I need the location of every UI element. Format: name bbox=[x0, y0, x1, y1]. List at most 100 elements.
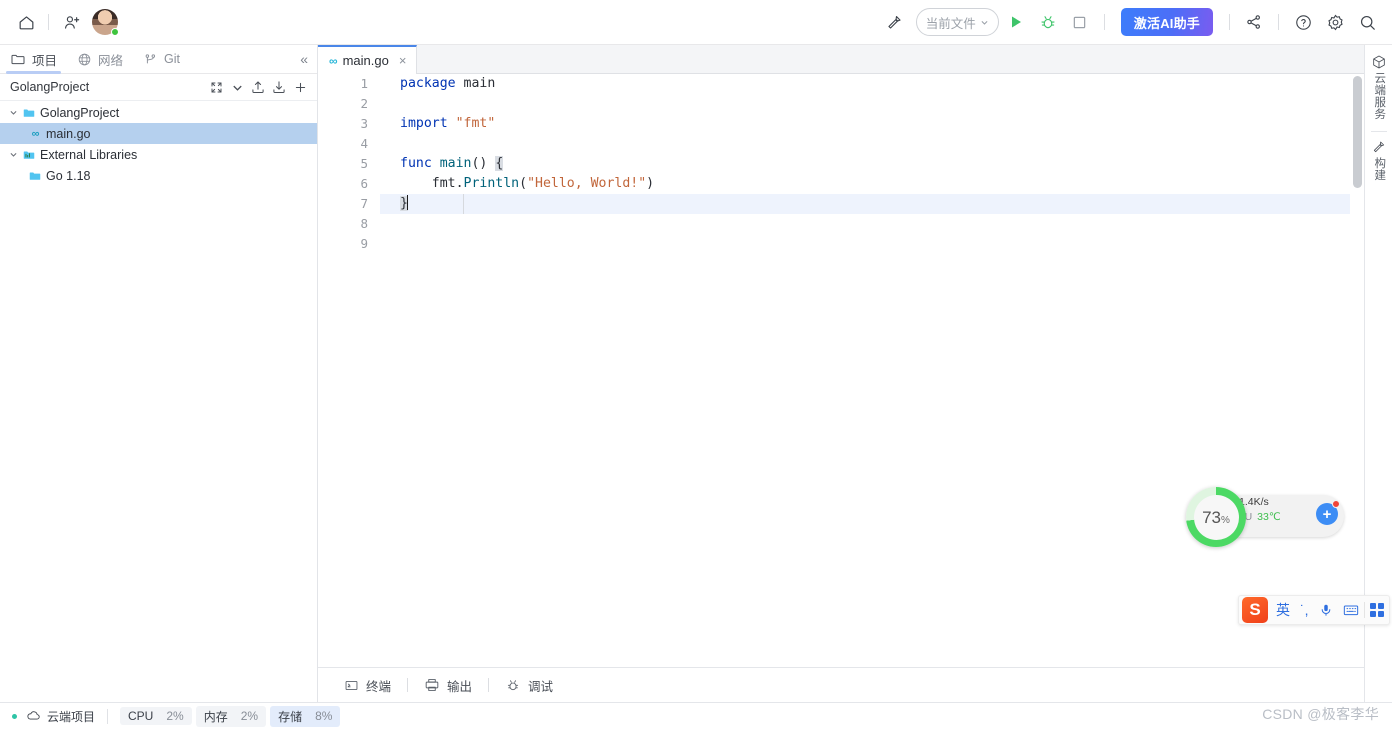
editor-tab-main-go[interactable]: ∞ main.go × bbox=[318, 45, 418, 74]
top-toolbar: 当前文件 激活AI助手 bbox=[0, 0, 1392, 45]
avatar[interactable] bbox=[92, 9, 119, 36]
token-string: "Hello, World!" bbox=[527, 176, 647, 191]
cloud-project-label: 云端项目 bbox=[47, 709, 96, 724]
bottom-item-debug[interactable]: 调试 bbox=[493, 672, 565, 699]
ime-mode-toggle[interactable]: 英 bbox=[1271, 600, 1295, 620]
tree-node-label: main.go bbox=[46, 126, 91, 141]
status-metric-storage-key: 存储 bbox=[278, 709, 303, 724]
sidebar-item-project[interactable]: 项目 bbox=[0, 45, 67, 74]
home-icon[interactable] bbox=[11, 7, 41, 37]
plus-icon[interactable] bbox=[290, 77, 310, 97]
bottom-divider bbox=[407, 678, 409, 692]
close-icon[interactable]: × bbox=[399, 53, 407, 68]
cloud-project-status[interactable]: 云端项目 bbox=[26, 708, 95, 725]
upload-icon[interactable] bbox=[248, 77, 268, 97]
code-line-6: fmt.Println("Hello, World!") bbox=[431, 176, 655, 191]
build-hammer-icon[interactable] bbox=[880, 7, 910, 37]
editor-scrollbar-thumb[interactable] bbox=[1353, 76, 1362, 188]
editor-code-area[interactable]: package main import "fmt" func main() { … bbox=[380, 74, 1364, 667]
debug-icon[interactable] bbox=[1033, 7, 1063, 37]
debug-icon bbox=[507, 680, 519, 691]
token-keyword: func bbox=[400, 156, 432, 171]
share-icon[interactable] bbox=[1239, 7, 1269, 37]
sidebar-item-git[interactable]: Git bbox=[133, 45, 190, 74]
microphone-icon[interactable] bbox=[1314, 603, 1338, 617]
folder-icon bbox=[11, 54, 25, 65]
notification-dot bbox=[1332, 500, 1340, 508]
hammer-icon bbox=[1373, 141, 1384, 153]
keyboard-icon[interactable] bbox=[1338, 603, 1364, 617]
cpu-temperature-value: 33℃ bbox=[1257, 511, 1281, 523]
chevron-down-icon bbox=[981, 20, 988, 25]
go-file-icon: ∞ bbox=[31, 127, 40, 140]
status-metric-memory[interactable]: 内存 2% bbox=[195, 705, 267, 727]
bottom-item-terminal-label: 终端 bbox=[366, 679, 392, 694]
line-number: 2 bbox=[360, 96, 368, 111]
status-metric-memory-value: 2% bbox=[240, 709, 259, 723]
tree-node-main-go[interactable]: ∞ main.go bbox=[0, 123, 317, 144]
stop-icon[interactable] bbox=[1065, 7, 1095, 37]
globe-icon bbox=[78, 53, 91, 65]
status-metric-cpu[interactable]: CPU 2% bbox=[120, 707, 192, 725]
token-identifier: main bbox=[463, 76, 496, 91]
editor-scrollbar[interactable] bbox=[1350, 74, 1364, 667]
expand-collapse-icon[interactable] bbox=[206, 77, 226, 97]
folder-icon bbox=[20, 106, 37, 120]
code-line-7: } bbox=[380, 194, 1364, 214]
chevron-down-icon[interactable] bbox=[6, 150, 20, 159]
collapse-sidebar-button[interactable]: « bbox=[300, 51, 317, 67]
bottom-item-output[interactable]: 输出 bbox=[412, 672, 484, 699]
token-string: "fmt" bbox=[455, 116, 496, 131]
code-editor[interactable]: 1 2 3 4 5 6 7 8 9 package main import "f… bbox=[318, 74, 1364, 667]
tree-node-golangproject[interactable]: GolangProject bbox=[0, 102, 317, 123]
tree-node-go-1-18[interactable]: Go 1.18 bbox=[0, 165, 317, 186]
toolbar-right-group: 当前文件 激活AI助手 bbox=[880, 7, 1392, 37]
folder-icon bbox=[26, 169, 43, 183]
run-configuration-selector[interactable]: 当前文件 bbox=[915, 8, 999, 36]
status-metric-storage[interactable]: 存储 8% bbox=[270, 705, 341, 727]
chevron-down-icon[interactable] bbox=[227, 77, 247, 97]
sogou-logo-icon[interactable]: S bbox=[1242, 597, 1268, 623]
run-icon[interactable] bbox=[1001, 7, 1031, 37]
toolbar-divider-2 bbox=[1103, 14, 1105, 30]
sidebar-item-build[interactable]: 构建 bbox=[1365, 134, 1392, 190]
line-number: 8 bbox=[360, 216, 368, 231]
apps-grid-icon[interactable] bbox=[1365, 603, 1389, 617]
git-branch-icon bbox=[145, 53, 156, 63]
search-icon[interactable] bbox=[1352, 7, 1382, 37]
sidebar-item-cloud-services[interactable]: 云端服务 bbox=[1365, 49, 1392, 129]
online-status-dot bbox=[111, 28, 119, 36]
download-icon[interactable] bbox=[269, 77, 289, 97]
ime-punctuation-toggle[interactable]: ˙, bbox=[1295, 602, 1314, 618]
status-metric-cpu-value: 2% bbox=[166, 709, 184, 723]
toolbar-divider-3 bbox=[1229, 14, 1230, 30]
help-icon[interactable] bbox=[1288, 7, 1318, 37]
bottom-item-output-label: 输出 bbox=[447, 679, 473, 694]
sidebar-item-network-label: 网络 bbox=[98, 53, 124, 68]
token-function: main bbox=[439, 156, 472, 171]
line-number: 6 bbox=[360, 176, 368, 191]
tree-node-external-libraries[interactable]: External Libraries bbox=[0, 144, 317, 165]
token-function: Println bbox=[463, 176, 520, 191]
tree-node-label: External Libraries bbox=[40, 147, 138, 162]
watermark: CSDN @极客李华 bbox=[1262, 706, 1379, 722]
percent-symbol: % bbox=[1221, 514, 1230, 526]
code-line-5: func main() { bbox=[380, 154, 1364, 174]
activate-ai-assistant-button[interactable]: 激活AI助手 bbox=[1120, 8, 1213, 36]
tree-node-label: GolangProject bbox=[40, 105, 120, 120]
chevron-down-icon[interactable] bbox=[6, 108, 20, 117]
settings-icon[interactable] bbox=[1320, 7, 1350, 37]
cpu-usage-ring[interactable]: 73% bbox=[1186, 487, 1246, 547]
cpu-usage-ring-inner: 73% bbox=[1193, 494, 1239, 540]
sidebar-item-git-label: Git bbox=[164, 52, 181, 66]
bottom-item-terminal[interactable]: 终端 bbox=[332, 672, 403, 699]
status-bar: 云端项目 CPU 2% 内存 2% 存储 8% CSDN @极客李华 bbox=[0, 702, 1392, 729]
add-user-icon[interactable] bbox=[56, 7, 86, 37]
performance-widget[interactable]: ↓ 1.4K/s CPU 33℃ + 73% bbox=[1186, 487, 1344, 547]
bottom-divider-2 bbox=[488, 678, 490, 692]
line-number: 9 bbox=[360, 236, 368, 251]
cpu-usage-percent: 73 bbox=[1202, 507, 1221, 527]
token-parens: () bbox=[471, 156, 488, 171]
sidebar-item-network[interactable]: 网络 bbox=[67, 45, 133, 74]
